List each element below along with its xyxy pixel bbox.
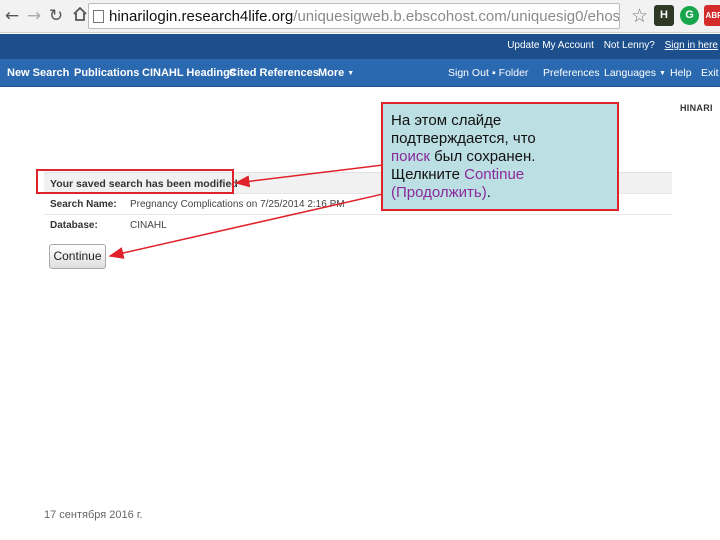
note-text: был сохранен. xyxy=(429,148,536,165)
nav-help[interactable]: Help xyxy=(670,67,692,79)
database-value: CINAHL xyxy=(130,220,167,231)
note-line: поиск был сохранен. xyxy=(391,148,611,166)
note-highlight: (Продолжить) xyxy=(391,184,487,201)
note-highlight: поиск xyxy=(391,148,430,165)
nav-sign-out[interactable]: Sign Out xyxy=(448,67,489,79)
nav-languages-label: Languages xyxy=(604,67,656,79)
account-bar: Update My Account Not Lenny? Sign in her… xyxy=(0,34,720,59)
note-text: Щелкните xyxy=(391,166,465,183)
browser-toolbar: ← → ↻ hinarilogin.research4life.org/uniq… xyxy=(0,0,720,33)
folder-icon: ▪ xyxy=(492,67,496,79)
user-links: Update My Account Not Lenny? Sign in her… xyxy=(500,40,718,51)
url-path: /uniquesigweb.b.ebscohost.com/uniquesig0… xyxy=(293,8,620,25)
nav-languages[interactable]: Languages ▼ xyxy=(604,67,666,79)
note-highlight: Continue xyxy=(464,166,525,183)
nav-exit[interactable]: Exit xyxy=(701,67,719,79)
search-name-value: Pregnancy Complications on 7/25/2014 2:1… xyxy=(130,199,345,210)
continue-button[interactable]: Continue xyxy=(49,244,106,269)
home-icon[interactable] xyxy=(70,6,90,26)
url-text: hinarilogin.research4life.org/uniquesigw… xyxy=(109,8,620,25)
database-row: Database: CINAHL xyxy=(44,215,672,237)
nav-folder-label: Folder xyxy=(498,67,529,79)
highlight-box xyxy=(36,169,234,194)
page-icon xyxy=(93,10,104,23)
reload-icon[interactable]: ↻ xyxy=(46,6,66,26)
adblock-icon[interactable]: ABP xyxy=(704,5,720,26)
address-bar[interactable]: hinarilogin.research4life.org/uniquesigw… xyxy=(88,3,620,29)
instruction-note: На этом слайде подтверждается, что поиск… xyxy=(381,102,619,211)
main-nav: New Search Publications CINAHL Headings … xyxy=(0,59,720,87)
hinari-brand: HINARI xyxy=(680,103,713,113)
nav-new-search[interactable]: New Search xyxy=(7,67,69,79)
database-label: Database: xyxy=(50,220,98,231)
caret-down-icon: ▼ xyxy=(347,70,355,77)
note-line: Щелкните Continue xyxy=(391,166,611,184)
nav-cited-references[interactable]: Cited References xyxy=(229,67,319,79)
bookmark-star-icon[interactable]: ☆ xyxy=(631,5,648,27)
note-text: . xyxy=(486,184,491,201)
nav-cinahl-headings[interactable]: CINAHL Headings xyxy=(142,67,236,79)
caret-down-icon: ▼ xyxy=(658,70,666,77)
update-account-link[interactable]: Update My Account xyxy=(507,40,594,51)
sign-in-link[interactable]: Sign in here xyxy=(665,40,718,51)
not-lenny-link[interactable]: Not Lenny? xyxy=(604,40,655,51)
nav-folder[interactable]: ▪ Folder xyxy=(492,67,528,79)
url-host: hinarilogin.research4life.org xyxy=(109,8,294,25)
note-line: (Продолжить). xyxy=(391,184,611,202)
note-line: На этом слайде xyxy=(391,112,502,129)
forward-arrow-icon[interactable]: → xyxy=(24,6,44,26)
nav-preferences[interactable]: Preferences xyxy=(543,67,600,79)
slide-date: 17 сентября 2016 г. xyxy=(44,509,143,521)
extension-h-icon[interactable]: H xyxy=(654,5,674,26)
nav-publications[interactable]: Publications xyxy=(74,67,139,79)
search-name-label: Search Name: xyxy=(50,199,117,210)
nav-more[interactable]: More ▼ xyxy=(318,67,354,79)
back-arrow-icon[interactable]: ← xyxy=(2,6,22,26)
note-line: подтверждается, что xyxy=(391,130,536,147)
nav-more-label: More xyxy=(318,67,345,79)
extension-g-icon[interactable]: G xyxy=(680,6,699,25)
